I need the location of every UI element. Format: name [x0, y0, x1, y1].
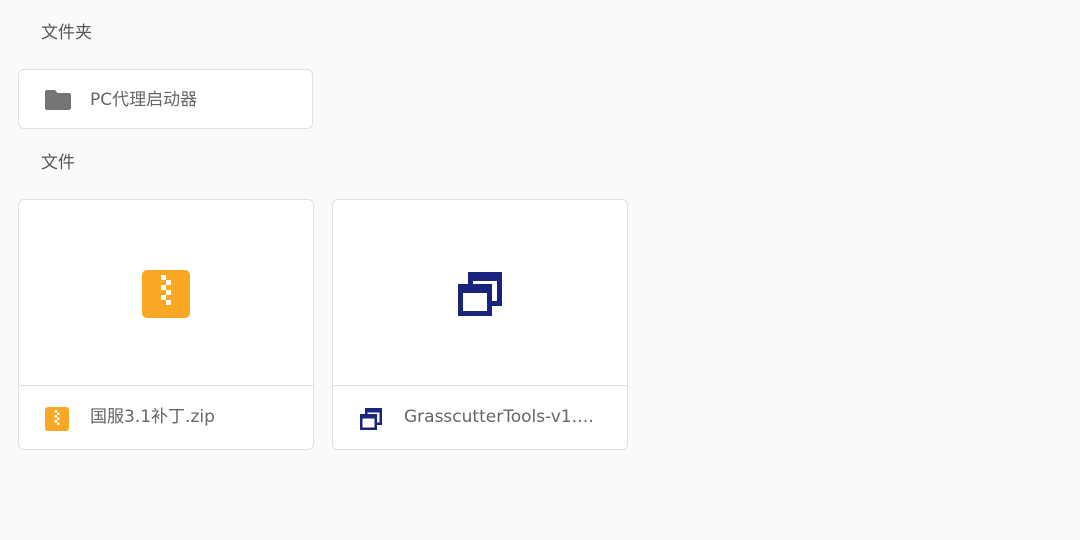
file-footer: GrasscutterTools-v1.6.… — [333, 386, 627, 449]
folders-section-title: 文件夹 — [41, 23, 92, 43]
file-card-zip[interactable]: 国服3.1补丁.zip — [18, 199, 314, 450]
file-footer: 国服3.1补丁.zip — [19, 386, 313, 449]
folder-name: PC代理启动器 — [90, 90, 198, 110]
file-preview — [333, 200, 627, 386]
windows-app-icon — [458, 272, 502, 316]
folder-card[interactable]: PC代理启动器 — [18, 69, 313, 129]
file-name: GrasscutterTools-v1.6.… — [404, 407, 604, 427]
folder-icon — [45, 90, 71, 110]
zip-file-icon — [142, 270, 190, 318]
file-card-app[interactable]: GrasscutterTools-v1.6.… — [332, 199, 628, 450]
file-name: 国服3.1补丁.zip — [90, 407, 215, 427]
file-browser-page: 文件夹 PC代理启动器 文件 国服3.1补丁.zip GrasscutterTo… — [0, 0, 1080, 540]
file-preview — [19, 200, 313, 386]
files-section-title: 文件 — [41, 153, 75, 173]
windows-app-icon — [360, 408, 382, 430]
zip-file-icon — [45, 407, 69, 431]
